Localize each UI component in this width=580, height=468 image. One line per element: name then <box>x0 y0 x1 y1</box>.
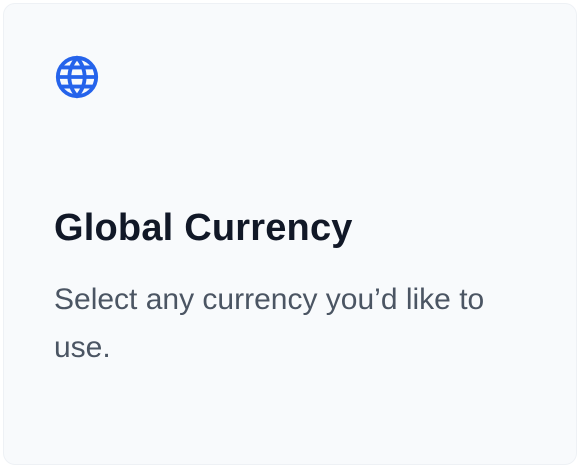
globe-icon <box>54 54 100 100</box>
card-description: Select any currency you’d like to use. <box>54 283 485 364</box>
card-title: Global Currency <box>54 207 353 249</box>
feature-card: Global Currency Select any currency you’… <box>3 3 577 465</box>
